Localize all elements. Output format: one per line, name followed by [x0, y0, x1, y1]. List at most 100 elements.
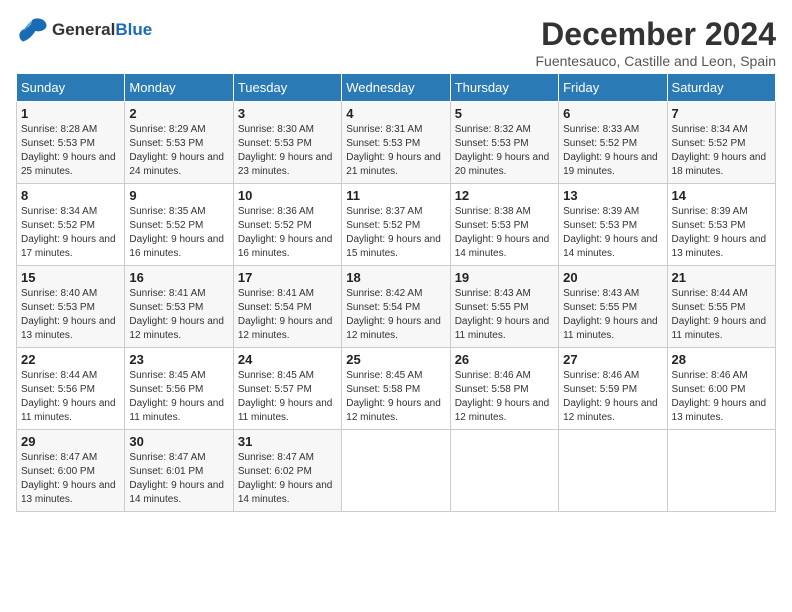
calendar-cell: 25 Sunrise: 8:45 AM Sunset: 5:58 PM Dayl…	[342, 348, 450, 430]
day-number: 25	[346, 352, 445, 367]
calendar-cell: 29 Sunrise: 8:47 AM Sunset: 6:00 PM Dayl…	[17, 430, 125, 512]
calendar-cell	[450, 430, 558, 512]
calendar-cell: 28 Sunrise: 8:46 AM Sunset: 6:00 PM Dayl…	[667, 348, 775, 430]
day-info: Sunrise: 8:30 AM Sunset: 5:53 PM Dayligh…	[238, 123, 337, 179]
logo-icon	[16, 16, 48, 44]
day-info: Sunrise: 8:29 AM Sunset: 5:53 PM Dayligh…	[129, 123, 228, 179]
day-info: Sunrise: 8:44 AM Sunset: 5:55 PM Dayligh…	[672, 287, 771, 343]
calendar-cell	[559, 430, 667, 512]
day-number: 20	[563, 270, 662, 285]
calendar-cell: 20 Sunrise: 8:43 AM Sunset: 5:55 PM Dayl…	[559, 266, 667, 348]
day-info: Sunrise: 8:38 AM Sunset: 5:53 PM Dayligh…	[455, 205, 554, 261]
calendar-cell: 11 Sunrise: 8:37 AM Sunset: 5:52 PM Dayl…	[342, 184, 450, 266]
logo: GeneralBlue	[16, 16, 152, 44]
calendar-cell: 23 Sunrise: 8:45 AM Sunset: 5:56 PM Dayl…	[125, 348, 233, 430]
day-number: 22	[21, 352, 120, 367]
day-info: Sunrise: 8:47 AM Sunset: 6:00 PM Dayligh…	[21, 451, 120, 507]
day-number: 10	[238, 188, 337, 203]
calendar-cell: 2 Sunrise: 8:29 AM Sunset: 5:53 PM Dayli…	[125, 102, 233, 184]
calendar-cell	[342, 430, 450, 512]
day-info: Sunrise: 8:42 AM Sunset: 5:54 PM Dayligh…	[346, 287, 445, 343]
day-number: 6	[563, 106, 662, 121]
page-container: GeneralBlue December 2024 Fuentesauco, C…	[16, 16, 776, 512]
calendar-cell: 24 Sunrise: 8:45 AM Sunset: 5:57 PM Dayl…	[233, 348, 341, 430]
day-info: Sunrise: 8:41 AM Sunset: 5:53 PM Dayligh…	[129, 287, 228, 343]
day-number: 28	[672, 352, 771, 367]
day-info: Sunrise: 8:43 AM Sunset: 5:55 PM Dayligh…	[563, 287, 662, 343]
day-number: 17	[238, 270, 337, 285]
day-of-week-header: Tuesday	[233, 74, 341, 102]
day-info: Sunrise: 8:31 AM Sunset: 5:53 PM Dayligh…	[346, 123, 445, 179]
calendar-cell: 17 Sunrise: 8:41 AM Sunset: 5:54 PM Dayl…	[233, 266, 341, 348]
calendar-cell: 12 Sunrise: 8:38 AM Sunset: 5:53 PM Dayl…	[450, 184, 558, 266]
calendar-cell: 9 Sunrise: 8:35 AM Sunset: 5:52 PM Dayli…	[125, 184, 233, 266]
day-number: 24	[238, 352, 337, 367]
day-number: 19	[455, 270, 554, 285]
calendar-week-row: 1 Sunrise: 8:28 AM Sunset: 5:53 PM Dayli…	[17, 102, 776, 184]
day-number: 31	[238, 434, 337, 449]
day-info: Sunrise: 8:45 AM Sunset: 5:57 PM Dayligh…	[238, 369, 337, 425]
calendar-cell: 4 Sunrise: 8:31 AM Sunset: 5:53 PM Dayli…	[342, 102, 450, 184]
day-number: 16	[129, 270, 228, 285]
day-number: 26	[455, 352, 554, 367]
calendar-cell: 14 Sunrise: 8:39 AM Sunset: 5:53 PM Dayl…	[667, 184, 775, 266]
calendar-cell: 19 Sunrise: 8:43 AM Sunset: 5:55 PM Dayl…	[450, 266, 558, 348]
day-of-week-header: Friday	[559, 74, 667, 102]
calendar-week-row: 15 Sunrise: 8:40 AM Sunset: 5:53 PM Dayl…	[17, 266, 776, 348]
day-info: Sunrise: 8:28 AM Sunset: 5:53 PM Dayligh…	[21, 123, 120, 179]
day-number: 3	[238, 106, 337, 121]
calendar-cell: 16 Sunrise: 8:41 AM Sunset: 5:53 PM Dayl…	[125, 266, 233, 348]
day-of-week-header: Monday	[125, 74, 233, 102]
day-info: Sunrise: 8:36 AM Sunset: 5:52 PM Dayligh…	[238, 205, 337, 261]
calendar-cell: 10 Sunrise: 8:36 AM Sunset: 5:52 PM Dayl…	[233, 184, 341, 266]
day-of-week-header: Wednesday	[342, 74, 450, 102]
logo-text: GeneralBlue	[52, 20, 152, 40]
day-number: 7	[672, 106, 771, 121]
day-number: 29	[21, 434, 120, 449]
day-number: 21	[672, 270, 771, 285]
calendar-cell: 5 Sunrise: 8:32 AM Sunset: 5:53 PM Dayli…	[450, 102, 558, 184]
calendar-week-row: 22 Sunrise: 8:44 AM Sunset: 5:56 PM Dayl…	[17, 348, 776, 430]
day-of-week-header: Thursday	[450, 74, 558, 102]
calendar-cell: 8 Sunrise: 8:34 AM Sunset: 5:52 PM Dayli…	[17, 184, 125, 266]
calendar-table: SundayMondayTuesdayWednesdayThursdayFrid…	[16, 73, 776, 512]
calendar-cell: 31 Sunrise: 8:47 AM Sunset: 6:02 PM Dayl…	[233, 430, 341, 512]
calendar-cell: 13 Sunrise: 8:39 AM Sunset: 5:53 PM Dayl…	[559, 184, 667, 266]
day-number: 18	[346, 270, 445, 285]
title-block: December 2024 Fuentesauco, Castille and …	[536, 16, 777, 69]
day-number: 14	[672, 188, 771, 203]
day-info: Sunrise: 8:44 AM Sunset: 5:56 PM Dayligh…	[21, 369, 120, 425]
calendar-cell: 22 Sunrise: 8:44 AM Sunset: 5:56 PM Dayl…	[17, 348, 125, 430]
calendar-cell: 6 Sunrise: 8:33 AM Sunset: 5:52 PM Dayli…	[559, 102, 667, 184]
day-number: 11	[346, 188, 445, 203]
calendar-cell: 15 Sunrise: 8:40 AM Sunset: 5:53 PM Dayl…	[17, 266, 125, 348]
day-info: Sunrise: 8:47 AM Sunset: 6:01 PM Dayligh…	[129, 451, 228, 507]
calendar-cell: 26 Sunrise: 8:46 AM Sunset: 5:58 PM Dayl…	[450, 348, 558, 430]
calendar-cell: 7 Sunrise: 8:34 AM Sunset: 5:52 PM Dayli…	[667, 102, 775, 184]
day-of-week-header: Saturday	[667, 74, 775, 102]
calendar-cell: 18 Sunrise: 8:42 AM Sunset: 5:54 PM Dayl…	[342, 266, 450, 348]
calendar-cell: 27 Sunrise: 8:46 AM Sunset: 5:59 PM Dayl…	[559, 348, 667, 430]
calendar-cell: 3 Sunrise: 8:30 AM Sunset: 5:53 PM Dayli…	[233, 102, 341, 184]
calendar-cell: 1 Sunrise: 8:28 AM Sunset: 5:53 PM Dayli…	[17, 102, 125, 184]
day-info: Sunrise: 8:34 AM Sunset: 5:52 PM Dayligh…	[672, 123, 771, 179]
day-info: Sunrise: 8:46 AM Sunset: 6:00 PM Dayligh…	[672, 369, 771, 425]
day-info: Sunrise: 8:32 AM Sunset: 5:53 PM Dayligh…	[455, 123, 554, 179]
day-info: Sunrise: 8:39 AM Sunset: 5:53 PM Dayligh…	[672, 205, 771, 261]
day-info: Sunrise: 8:43 AM Sunset: 5:55 PM Dayligh…	[455, 287, 554, 343]
day-number: 2	[129, 106, 228, 121]
day-number: 30	[129, 434, 228, 449]
calendar-cell: 21 Sunrise: 8:44 AM Sunset: 5:55 PM Dayl…	[667, 266, 775, 348]
day-number: 5	[455, 106, 554, 121]
day-info: Sunrise: 8:34 AM Sunset: 5:52 PM Dayligh…	[21, 205, 120, 261]
calendar-header-row: SundayMondayTuesdayWednesdayThursdayFrid…	[17, 74, 776, 102]
day-number: 4	[346, 106, 445, 121]
calendar-cell: 30 Sunrise: 8:47 AM Sunset: 6:01 PM Dayl…	[125, 430, 233, 512]
day-info: Sunrise: 8:37 AM Sunset: 5:52 PM Dayligh…	[346, 205, 445, 261]
calendar-cell	[667, 430, 775, 512]
calendar-title: December 2024	[536, 16, 777, 53]
day-info: Sunrise: 8:39 AM Sunset: 5:53 PM Dayligh…	[563, 205, 662, 261]
calendar-subtitle: Fuentesauco, Castille and Leon, Spain	[536, 53, 777, 69]
day-of-week-header: Sunday	[17, 74, 125, 102]
day-number: 23	[129, 352, 228, 367]
